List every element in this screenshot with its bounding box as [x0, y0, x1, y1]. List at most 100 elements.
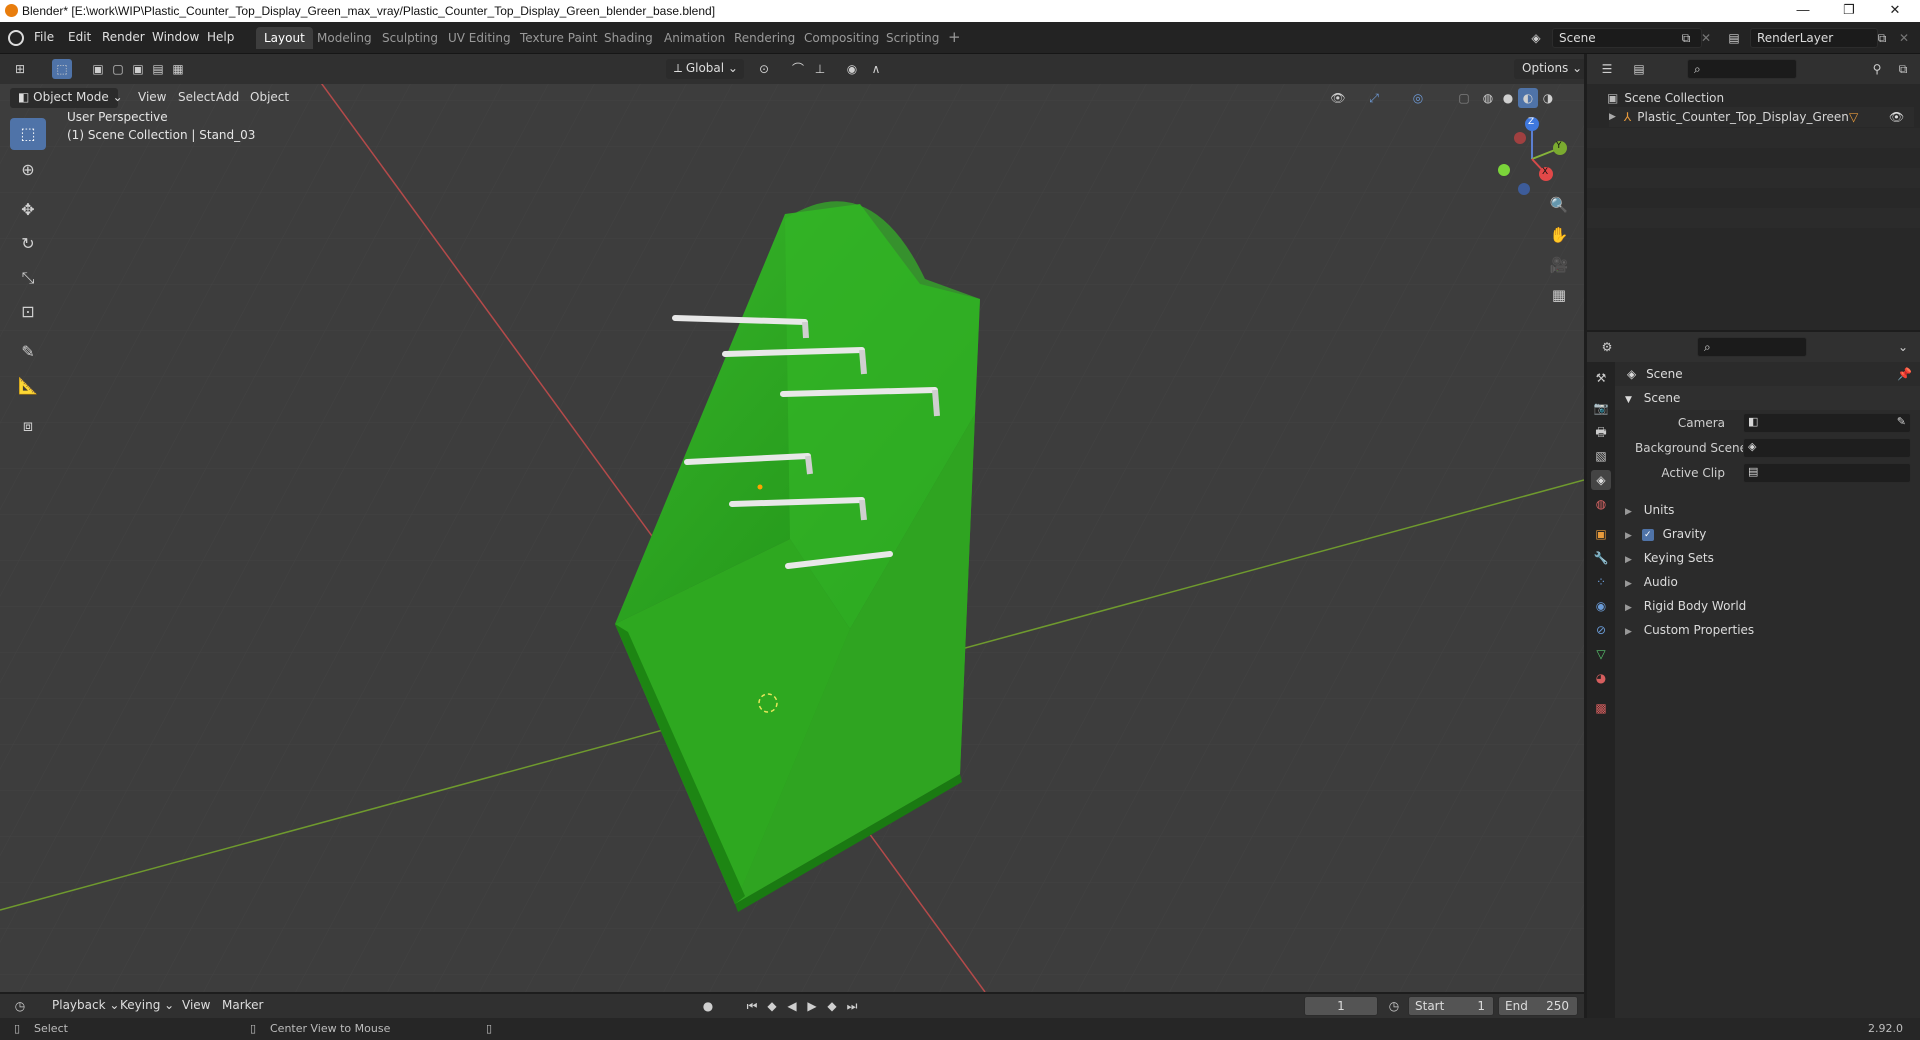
- renderlayer-browse-icon[interactable]: ▤: [1724, 28, 1744, 48]
- properties-editor-type-icon[interactable]: ⚙: [1597, 337, 1617, 357]
- blender-menu-icon[interactable]: [8, 30, 24, 46]
- menu-file[interactable]: File: [34, 30, 54, 44]
- tab-scripting[interactable]: Scripting: [878, 27, 947, 49]
- jump-prev-keyframe-icon[interactable]: ◆: [762, 996, 782, 1016]
- object-data-tab-icon[interactable]: ▽: [1591, 644, 1611, 664]
- pivot-point-icon[interactable]: ⊙: [754, 59, 774, 79]
- delete-renderlayer-icon[interactable]: ✕: [1894, 28, 1914, 48]
- zoom-icon[interactable]: 🔍: [1545, 191, 1573, 219]
- wireframe-shading-icon[interactable]: ◍: [1478, 88, 1498, 108]
- gravity-checkbox[interactable]: ✓: [1641, 528, 1654, 541]
- add-cube-tool-icon[interactable]: ⧈: [10, 410, 46, 442]
- mode-dropdown[interactable]: ◧ Object Mode ⌄: [10, 88, 123, 108]
- physics-tab-icon[interactable]: ◉: [1591, 596, 1611, 616]
- menu-edit[interactable]: Edit: [68, 30, 91, 44]
- view-layer-tab-icon[interactable]: ▧: [1591, 446, 1611, 466]
- tab-modeling[interactable]: Modeling: [309, 27, 380, 49]
- keying-sets-panel-header[interactable]: ▶ Keying Sets: [1615, 546, 1920, 570]
- options-dropdown[interactable]: Options ⌄: [1514, 59, 1584, 79]
- select-subtract-mode-icon[interactable]: ▣: [128, 59, 148, 79]
- filter-icon[interactable]: ⚲: [1867, 59, 1887, 79]
- new-renderlayer-icon[interactable]: ⧉: [1872, 28, 1892, 48]
- tab-shading[interactable]: Shading: [596, 27, 661, 49]
- menu-keying[interactable]: Keying ⌄: [112, 996, 182, 1016]
- outliner-editor-type-icon[interactable]: ☰: [1597, 59, 1617, 79]
- menu-marker[interactable]: Marker: [214, 996, 271, 1016]
- select-intersect-mode-icon[interactable]: ▦: [168, 59, 188, 79]
- tab-texture-paint[interactable]: Texture Paint: [512, 27, 605, 49]
- rigid-body-world-panel-header[interactable]: ▶ Rigid Body World: [1615, 594, 1920, 618]
- render-tab-icon[interactable]: 📷: [1591, 398, 1611, 418]
- constraints-tab-icon[interactable]: ⊘: [1591, 620, 1611, 640]
- transform-orientation-dropdown[interactable]: ⟂ Global ⌄: [666, 59, 744, 79]
- material-tab-icon[interactable]: ◕: [1591, 668, 1611, 688]
- jump-end-icon[interactable]: ⏭: [842, 996, 862, 1016]
- select-box-tool-icon[interactable]: ⬚: [10, 118, 46, 150]
- object-tab-icon[interactable]: ▣: [1591, 524, 1611, 544]
- add-workspace-button[interactable]: +: [942, 27, 967, 49]
- measure-tool-icon[interactable]: 📐: [10, 370, 46, 402]
- active-clip-field[interactable]: ▤: [1743, 463, 1911, 483]
- tab-uv-editing[interactable]: UV Editing: [440, 27, 519, 49]
- menu-view[interactable]: View: [130, 88, 174, 108]
- gizmo-toggle-icon[interactable]: ⤢: [1364, 88, 1384, 108]
- annotate-tool-icon[interactable]: ✎: [10, 336, 46, 368]
- move-tool-icon[interactable]: ✥: [10, 194, 46, 226]
- maximize-button[interactable]: ❐: [1826, 0, 1872, 22]
- start-frame-field[interactable]: Start 1: [1408, 996, 1494, 1016]
- overlays-toggle-icon[interactable]: ◎: [1408, 88, 1428, 108]
- menu-window[interactable]: Window: [152, 30, 199, 44]
- tab-animation[interactable]: Animation: [656, 27, 733, 49]
- visibility-icon[interactable]: 👁: [1328, 88, 1348, 108]
- select-new-mode-icon[interactable]: ▣: [88, 59, 108, 79]
- gravity-panel-header[interactable]: ▶ ✓ Gravity: [1615, 522, 1920, 546]
- eye-visibility-icon[interactable]: 👁: [1889, 110, 1904, 124]
- close-button[interactable]: ✕: [1872, 0, 1918, 22]
- outliner-display-mode-icon[interactable]: ▤: [1629, 59, 1649, 79]
- properties-options-icon[interactable]: ⌄: [1893, 337, 1913, 357]
- material-shading-icon[interactable]: ◐: [1518, 88, 1538, 108]
- outliner-row-scene-collection[interactable]: ▣ Scene Collection: [1607, 88, 1907, 108]
- cursor-tool-icon[interactable]: ⊕: [10, 154, 46, 186]
- select-invert-mode-icon[interactable]: ▤: [148, 59, 168, 79]
- tab-rendering[interactable]: Rendering: [726, 27, 803, 49]
- menu-timeline-view[interactable]: View: [174, 996, 218, 1016]
- scale-tool-icon[interactable]: ⤡: [10, 262, 46, 294]
- preview-range-icon[interactable]: ◷: [1384, 996, 1404, 1016]
- rendered-shading-icon[interactable]: ◑: [1538, 88, 1558, 108]
- camera-field[interactable]: ◧ ✎: [1743, 413, 1911, 433]
- snap-icon[interactable]: ⌒: [788, 59, 808, 79]
- output-tab-icon[interactable]: 🖶: [1591, 422, 1611, 442]
- solid-shading-icon[interactable]: ●: [1498, 88, 1518, 108]
- outliner-row-item[interactable]: ▶ ⅄ Plastic_Counter_Top_Display_Green ▽ …: [1609, 107, 1914, 127]
- scene-panel-header[interactable]: ▼ Scene: [1615, 386, 1920, 410]
- 3d-viewport[interactable]: ⊞ ⬚ ▣ ▢ ▣ ▤ ▦ ⟂ Global ⌄ ⊙ ⌒ ⊥ ◉ ∧ Optio…: [0, 54, 1584, 992]
- units-panel-header[interactable]: ▶ Units: [1615, 498, 1920, 522]
- jump-next-keyframe-icon[interactable]: ◆: [822, 996, 842, 1016]
- texture-tab-icon[interactable]: ▩: [1591, 698, 1611, 718]
- eyedropper-icon[interactable]: ✎: [1897, 415, 1906, 428]
- new-collection-icon[interactable]: ⧉: [1893, 59, 1913, 79]
- xray-toggle-icon[interactable]: ▢: [1454, 88, 1474, 108]
- object-data-icon[interactable]: ▽: [1849, 110, 1858, 124]
- tab-layout[interactable]: Layout: [256, 27, 313, 49]
- delete-scene-icon[interactable]: ✕: [1696, 28, 1716, 48]
- tool-tab-icon[interactable]: ⚒: [1591, 368, 1611, 388]
- properties-search-input[interactable]: ⌕: [1697, 337, 1807, 357]
- transform-tool-icon[interactable]: ⊡: [10, 296, 46, 328]
- tab-compositing[interactable]: Compositing: [796, 27, 887, 49]
- navigation-gizmo[interactable]: Z Y X: [1490, 114, 1580, 204]
- audio-panel-header[interactable]: ▶ Audio: [1615, 570, 1920, 594]
- play-reverse-icon[interactable]: ◀: [782, 996, 802, 1016]
- menu-render[interactable]: Render: [102, 30, 145, 44]
- outliner-search-input[interactable]: ⌕: [1687, 59, 1797, 79]
- scene-tab-icon[interactable]: ◈: [1591, 470, 1611, 490]
- modifier-tab-icon[interactable]: 🔧: [1591, 548, 1611, 568]
- select-tool-icon[interactable]: ⬚: [52, 59, 72, 79]
- custom-properties-panel-header[interactable]: ▶ Custom Properties: [1615, 618, 1920, 642]
- record-keyframe-icon[interactable]: ●: [698, 996, 718, 1016]
- camera-view-icon[interactable]: 🎥: [1545, 251, 1573, 279]
- pin-icon[interactable]: 📌: [1897, 362, 1912, 386]
- jump-start-icon[interactable]: ⏮: [742, 996, 762, 1016]
- expand-arrow-icon[interactable]: ▶: [1609, 112, 1616, 122]
